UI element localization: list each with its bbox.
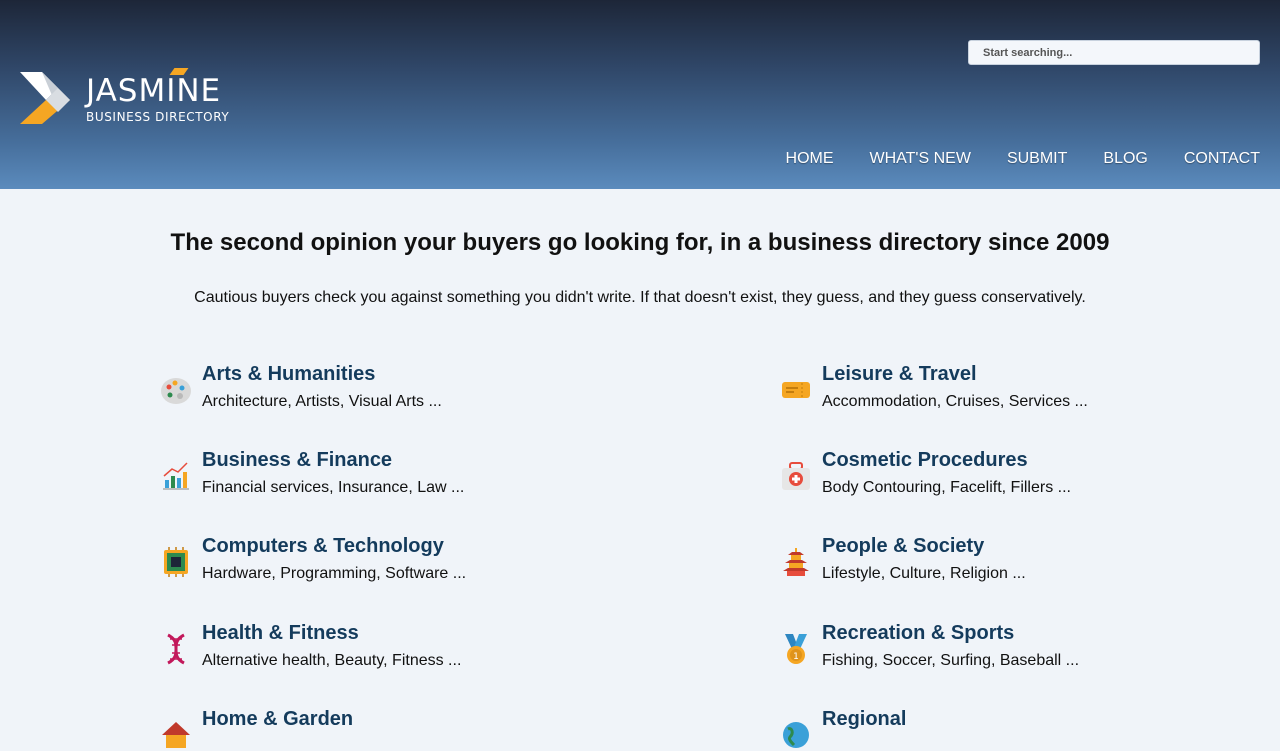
category-subs: Architecture, Artists, Visual Arts ... [202,393,442,410]
category-subs: Lifestyle, Culture, Religion ... [822,565,1026,582]
pagoda-icon [780,546,812,578]
category-title[interactable]: Computers & Technology [202,534,466,558]
search-placeholder: Start searching... [983,46,1073,59]
category-subs: Accommodation, Cruises, Services ... [822,393,1088,410]
globe-icon [780,719,812,751]
category-title[interactable]: Home & Garden [202,707,353,731]
category-subs: Alternative health, Beauty, Fitness ... [202,652,462,669]
category-title[interactable]: People & Society [822,534,1026,558]
brand-tagline: BUSINESS DIRECTORY [86,110,230,124]
page-subtitle: Cautious buyers check you against someth… [194,289,1086,306]
category-title[interactable]: Arts & Humanities [202,362,442,386]
category-subs: Hardware, Programming, Software ... [202,565,467,582]
nav-submit[interactable]: SUBMIT [1007,150,1067,168]
category-title[interactable]: Regional [822,707,906,731]
cpu-chip-icon [160,546,192,578]
brand-name: JASMINE [86,73,222,109]
category-title[interactable]: Leisure & Travel [822,362,1088,386]
category-subs: Financial services, Insurance, Law ... [202,479,465,496]
palette-icon [160,374,192,406]
category-business-finance: Business & Finance Financial services, I… [160,448,464,498]
nav-home[interactable]: HOME [786,150,834,168]
page-title: The second opinion your buyers go lookin… [170,229,1110,256]
category-leisure-travel: Leisure & Travel Accommodation, Cruises,… [780,362,1088,412]
dna-icon [160,633,192,665]
house-icon [160,719,192,751]
growth-chart-icon [160,460,192,492]
category-title[interactable]: Health & Fitness [202,621,461,645]
category-cosmetic-procedures: Cosmetic Procedures Body Contouring, Fac… [780,448,1071,498]
category-people-society: People & Society Lifestyle, Culture, Rel… [780,534,1026,584]
site-logo[interactable]: JASMINE BUSINESS DIRECTORY [20,64,229,126]
category-regional: Regional [780,707,906,751]
category-title[interactable]: Cosmetic Procedures [822,448,1071,472]
first-aid-kit-icon [780,460,812,492]
medal-icon: 1 [780,633,812,665]
nav-blog[interactable]: BLOG [1103,150,1147,168]
category-home-garden: Home & Garden [160,707,353,751]
search-input[interactable]: Start searching... [968,40,1260,65]
svg-text:1: 1 [793,652,799,662]
category-subs: Body Contouring, Facelift, Fillers ... [822,479,1071,496]
logo-chevron-icon [20,72,70,124]
category-recreation-sports: 1 Recreation & Sports Fishing, Soccer, S… [780,621,1079,671]
category-arts-humanities: Arts & Humanities Architecture, Artists,… [160,362,442,412]
site-header: JASMINE BUSINESS DIRECTORY Start searchi… [0,0,1280,189]
category-health-fitness: Health & Fitness Alternative health, Bea… [160,621,461,671]
category-title[interactable]: Recreation & Sports [822,621,1079,645]
main-nav: HOME WHAT'S NEW SUBMIT BLOG CONTACT [786,150,1260,168]
category-computers-technology: Computers & Technology Hardware, Program… [160,534,466,584]
nav-whats-new[interactable]: WHAT'S NEW [870,150,971,168]
category-subs: Fishing, Soccer, Surfing, Baseball ... [822,652,1080,669]
nav-contact[interactable]: CONTACT [1184,150,1260,168]
ticket-icon [780,374,812,406]
category-title[interactable]: Business & Finance [202,448,464,472]
